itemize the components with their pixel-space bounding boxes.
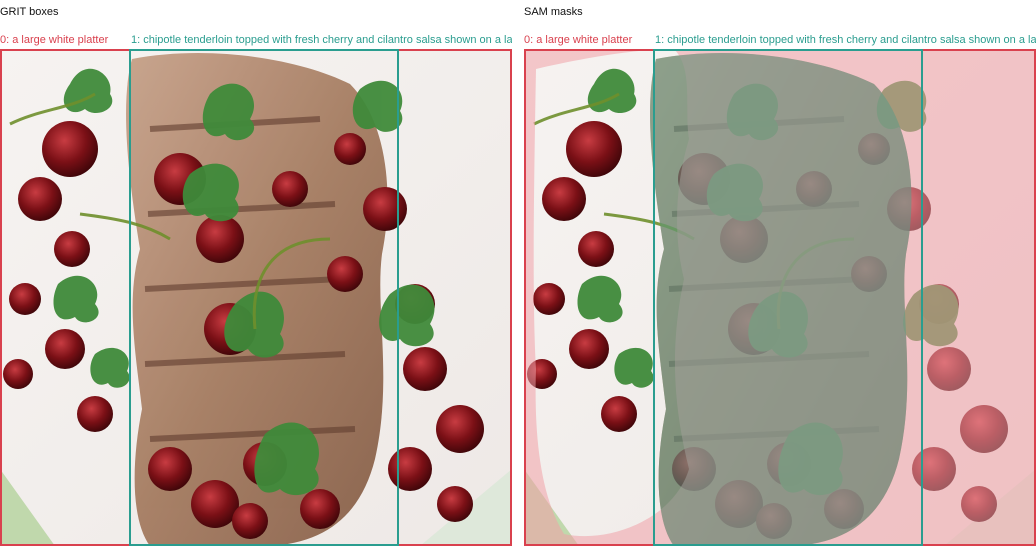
platter-label: 0: a large white platter (0, 34, 109, 46)
tenderloin-box (129, 49, 399, 546)
platter-label: 0: a large white platter (524, 34, 633, 46)
tenderloin-box (653, 49, 923, 546)
figure-canvas: GRIT boxes 0: a large white platter 1: c… (0, 0, 1036, 546)
grit-panel: GRIT boxes 0: a large white platter 1: c… (0, 0, 512, 546)
tenderloin-label: 1: chipotle tenderloin topped with fresh… (655, 34, 1036, 46)
sam-title: SAM masks (524, 6, 583, 18)
grit-image (0, 49, 512, 546)
sam-image (524, 49, 1036, 546)
grit-title: GRIT boxes (0, 6, 59, 18)
sam-panel: SAM masks 0: a large white platter 1: ch… (524, 0, 1036, 546)
tenderloin-label: 1: chipotle tenderloin topped with fresh… (131, 34, 512, 46)
